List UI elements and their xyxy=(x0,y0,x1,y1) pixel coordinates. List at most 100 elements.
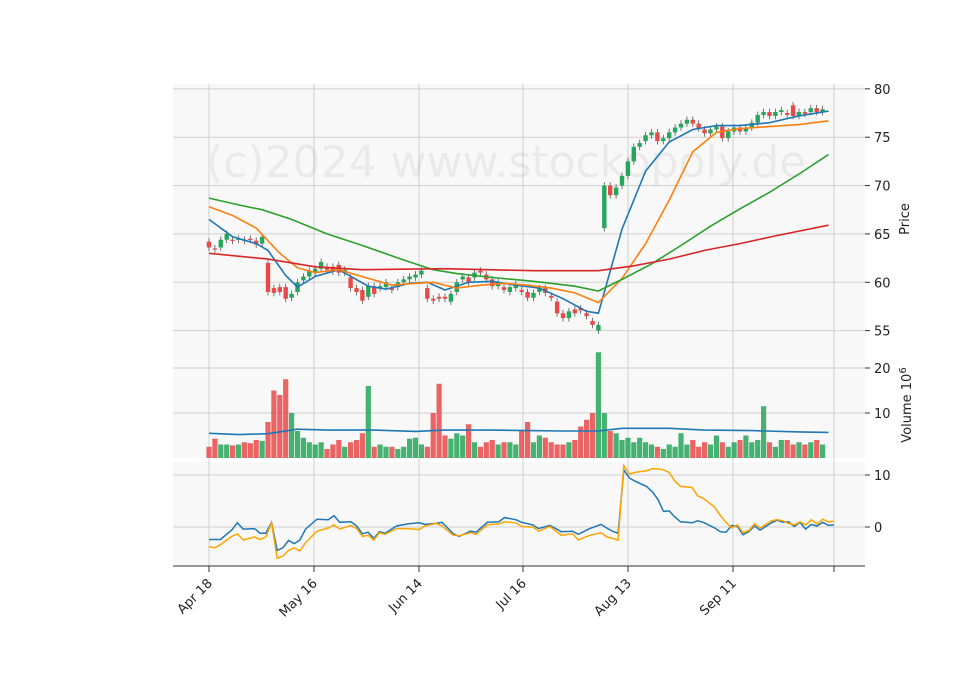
volume-bar xyxy=(566,442,572,458)
volume-tick-label: 20 xyxy=(874,362,891,377)
volume-bar xyxy=(489,440,495,458)
volume-bar xyxy=(696,446,702,458)
candle-up xyxy=(637,143,642,147)
candle-up xyxy=(602,185,607,229)
volume-bar xyxy=(648,444,655,458)
volume-bar xyxy=(477,446,483,458)
indicator-tick-label: 0 xyxy=(874,521,882,536)
volume-bar xyxy=(365,386,371,458)
candle-up xyxy=(289,293,294,298)
volume-bar xyxy=(348,442,354,458)
volume-bar xyxy=(442,435,448,458)
volume-bar xyxy=(743,435,749,458)
candle-up xyxy=(507,287,513,292)
candle-down xyxy=(277,287,282,292)
volume-bar xyxy=(277,395,283,458)
volume-bar xyxy=(371,446,377,458)
candle-down xyxy=(519,290,524,292)
volume-bar xyxy=(342,446,348,458)
volume-bar xyxy=(772,446,778,458)
candle-down xyxy=(442,296,448,299)
volume-bar xyxy=(790,444,796,458)
volume-bar xyxy=(247,443,253,458)
volume-bar xyxy=(607,431,613,458)
volume-bar xyxy=(572,440,578,458)
candle-down xyxy=(572,309,577,314)
candle-down xyxy=(655,132,660,142)
candle-up xyxy=(407,276,412,280)
candle-up xyxy=(224,233,229,240)
candle-down xyxy=(590,320,595,325)
volume-bar xyxy=(643,442,649,458)
watermark-text: (c)2024 www.stockopoly.de xyxy=(206,137,806,188)
candle-up xyxy=(773,112,778,116)
volume-bar xyxy=(761,406,767,458)
volume-bar xyxy=(336,440,342,458)
candle-up xyxy=(301,276,306,281)
volume-bar xyxy=(471,442,478,458)
indicator-tick-label: 10 xyxy=(874,469,891,484)
volume-bar xyxy=(654,446,660,458)
price-tick-label: 55 xyxy=(874,325,891,340)
volume-bar xyxy=(802,444,808,458)
candle-up xyxy=(625,161,631,176)
candle-down xyxy=(549,295,554,298)
volume-bar xyxy=(548,442,554,458)
volume-bar xyxy=(560,444,566,458)
candle-up xyxy=(401,279,406,283)
candle-down xyxy=(560,313,566,319)
volume-bar xyxy=(289,413,295,458)
volume-bar xyxy=(589,413,596,458)
candle-up xyxy=(596,324,601,331)
x-tick-label: Aug 13 xyxy=(592,576,635,619)
candle-up xyxy=(667,132,672,139)
volume-bar xyxy=(218,444,224,458)
volume-bar xyxy=(383,446,389,458)
candle-up xyxy=(413,274,418,278)
candle-up xyxy=(708,129,713,134)
volume-bar xyxy=(407,438,413,458)
x-tick-label: Jun 14 xyxy=(386,576,426,616)
volume-bar xyxy=(495,444,501,458)
volume-bar xyxy=(235,444,242,458)
x-tick-label: Sep 11 xyxy=(697,576,740,619)
volume-bar xyxy=(808,442,814,458)
volume-bar xyxy=(412,437,419,458)
volume-bar xyxy=(460,435,466,458)
volume-bar xyxy=(525,422,531,458)
volume-bar xyxy=(448,438,454,458)
candle-up xyxy=(726,131,731,139)
volume-bar xyxy=(660,449,666,458)
candle-down xyxy=(248,238,253,240)
candle-up xyxy=(755,114,760,123)
volume-bar xyxy=(294,431,301,458)
volume-bar xyxy=(719,442,725,458)
candle-up xyxy=(649,132,654,136)
volume-bar xyxy=(424,446,430,458)
candle-up xyxy=(531,292,536,298)
volume-bar xyxy=(731,442,737,458)
volume-bar xyxy=(820,444,826,458)
volume-bar xyxy=(554,444,560,458)
volume-bar xyxy=(253,440,259,458)
volume-bar xyxy=(318,442,324,458)
volume-bar xyxy=(206,446,212,458)
candle-down xyxy=(283,287,288,299)
volume-bar xyxy=(530,442,537,458)
candle-up xyxy=(779,110,784,113)
volume-bar xyxy=(766,442,773,458)
candle-down xyxy=(702,129,707,134)
candle-up xyxy=(366,286,371,297)
volume-bar xyxy=(353,440,360,458)
candle-down xyxy=(212,248,218,250)
volume-bar xyxy=(241,442,247,458)
candle-up xyxy=(678,123,684,128)
volume-bar xyxy=(814,440,820,458)
volume-bar xyxy=(542,437,548,458)
candle-down xyxy=(554,301,560,314)
volume-bar xyxy=(359,433,365,458)
candle-up xyxy=(448,293,454,302)
volume-bar xyxy=(265,422,271,458)
candle-up xyxy=(419,270,424,275)
candle-down xyxy=(767,112,772,116)
